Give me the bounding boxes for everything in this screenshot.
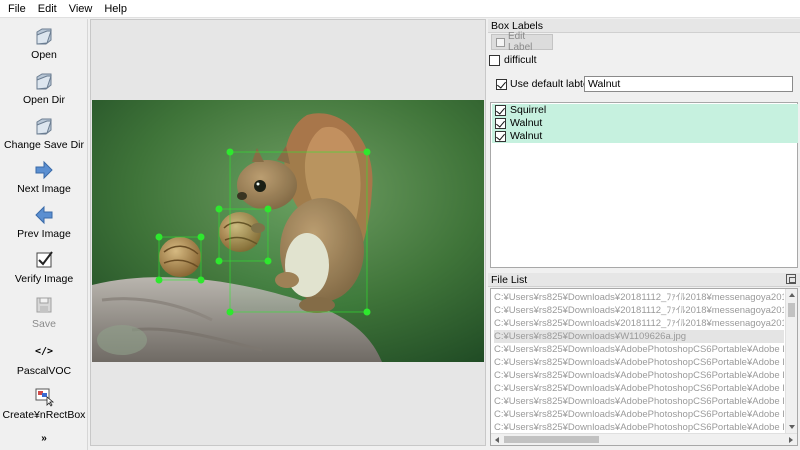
label-item-checkbox[interactable] — [495, 131, 506, 142]
file-list-title: File List — [488, 273, 800, 287]
save-label: Save — [32, 318, 56, 330]
use-default-label-text: Use default labtel — [510, 78, 592, 90]
scroll-left-icon[interactable] — [495, 437, 499, 443]
file-list-item[interactable]: C:¥Users¥rs825¥Downloads¥20181112_ﾌｧｲﾙ20… — [494, 291, 784, 304]
menu-edit[interactable]: Edit — [32, 0, 63, 18]
file-list-item[interactable]: C:¥Users¥rs825¥Downloads¥AdobePhotoshopC… — [494, 395, 784, 408]
file-list-title-text: File List — [491, 274, 528, 286]
scroll-right-icon[interactable] — [789, 437, 793, 443]
create-rect-box-button[interactable]: Create¥nRectBox — [0, 385, 88, 421]
scroll-up-icon[interactable] — [789, 293, 795, 297]
label-item-checkbox[interactable] — [495, 118, 506, 129]
toolbar-more-icon[interactable]: » — [0, 433, 88, 444]
next-arrow-icon — [33, 159, 55, 181]
change-save-dir-button[interactable]: Change Save Dir — [0, 115, 88, 151]
save-disk-icon — [33, 294, 55, 316]
file-list-item-selected[interactable]: C:¥Users¥rs825¥Downloads¥W1109626a.jpg — [494, 330, 784, 343]
next-image-label: Next Image — [17, 183, 71, 195]
file-list-item[interactable]: C:¥Users¥rs825¥Downloads¥20181112_ﾌｧｲﾙ20… — [494, 304, 784, 317]
file-list-item[interactable]: C:¥Users¥rs825¥Downloads¥AdobePhotoshopC… — [494, 369, 784, 382]
next-image-button[interactable]: Next Image — [0, 159, 88, 195]
default-label-field[interactable] — [584, 76, 793, 92]
open-dir-icon — [33, 70, 55, 92]
file-list-item[interactable]: C:¥Users¥rs825¥Downloads¥20181112_ﾌｧｲﾙ20… — [494, 317, 784, 330]
difficult-label: difficult — [504, 54, 537, 66]
file-list-item[interactable]: C:¥Users¥rs825¥Downloads¥AdobePhotoshopC… — [494, 408, 784, 421]
vertical-scroll-thumb[interactable] — [788, 303, 795, 317]
file-list: C:¥Users¥rs825¥Downloads¥20181112_ﾌｧｲﾙ20… — [490, 288, 798, 446]
menu-bar: File Edit View Help — [0, 0, 800, 18]
code-tag-icon: </> — [34, 346, 54, 357]
edit-label-button[interactable]: Edit Label — [491, 31, 553, 53]
pascal-voc-button[interactable]: </> PascalVOC — [0, 341, 88, 377]
left-toolbar: Open Open Dir Change Save Dir Next Image… — [0, 19, 88, 450]
file-list-item[interactable]: C:¥Users¥rs825¥Downloads¥AdobePhotoshopC… — [494, 343, 784, 356]
squirrel-photo — [92, 100, 484, 362]
prev-image-button[interactable]: Prev Image — [0, 204, 88, 240]
use-default-label-checkbox[interactable] — [496, 79, 507, 90]
label-item-checkbox[interactable] — [495, 105, 506, 116]
open-button[interactable]: Open — [0, 25, 88, 61]
verify-check-icon — [33, 249, 55, 271]
label-list-item[interactable]: Walnut — [492, 130, 798, 143]
difficult-checkbox[interactable] — [489, 55, 500, 66]
prev-image-label: Prev Image — [17, 228, 71, 240]
open-label: Open — [31, 49, 57, 61]
menu-file[interactable]: File — [2, 0, 32, 18]
save-button[interactable]: Save — [0, 294, 88, 330]
verify-image-button[interactable]: Verify Image — [0, 249, 88, 285]
open-folder-icon — [33, 25, 55, 47]
create-rect-box-icon — [33, 385, 55, 407]
menu-view[interactable]: View — [63, 0, 99, 18]
open-dir-button[interactable]: Open Dir — [0, 70, 88, 106]
edit-label-text: Edit Label — [507, 31, 533, 53]
scroll-down-icon[interactable] — [789, 425, 795, 429]
label-list-item[interactable]: Walnut — [492, 117, 798, 130]
edit-pencil-icon — [496, 37, 505, 47]
horizontal-scroll-thumb[interactable] — [504, 436, 599, 443]
label-item-text: Squirrel — [510, 104, 547, 116]
file-list-vertical-scrollbar[interactable] — [785, 289, 797, 433]
change-save-dir-icon — [33, 115, 55, 137]
label-item-text: Walnut — [510, 130, 543, 142]
verify-image-label: Verify Image — [14, 273, 74, 285]
create-rect-box-label: Create¥nRectBox — [2, 409, 86, 421]
prev-arrow-icon — [33, 204, 55, 226]
file-list-item[interactable]: C:¥Users¥rs825¥Downloads¥AdobePhotoshopC… — [494, 382, 784, 395]
file-list-item[interactable]: C:¥Users¥rs825¥Downloads¥AdobePhotoshopC… — [494, 356, 784, 369]
change-save-dir-label: Change Save Dir — [4, 139, 84, 151]
annotation-box-walnut-held[interactable] — [215, 205, 272, 265]
annotation-box-walnut-log[interactable] — [155, 233, 205, 284]
float-panel-icon[interactable] — [786, 274, 796, 284]
label-item-text: Walnut — [510, 117, 543, 129]
open-dir-label: Open Dir — [22, 94, 65, 106]
file-list-horizontal-scrollbar[interactable] — [491, 433, 797, 445]
label-list-item[interactable]: Squirrel — [492, 104, 798, 117]
menu-help[interactable]: Help — [98, 0, 133, 18]
label-list: Squirrel Walnut Walnut — [490, 102, 798, 268]
pascal-voc-label: PascalVOC — [16, 365, 72, 377]
